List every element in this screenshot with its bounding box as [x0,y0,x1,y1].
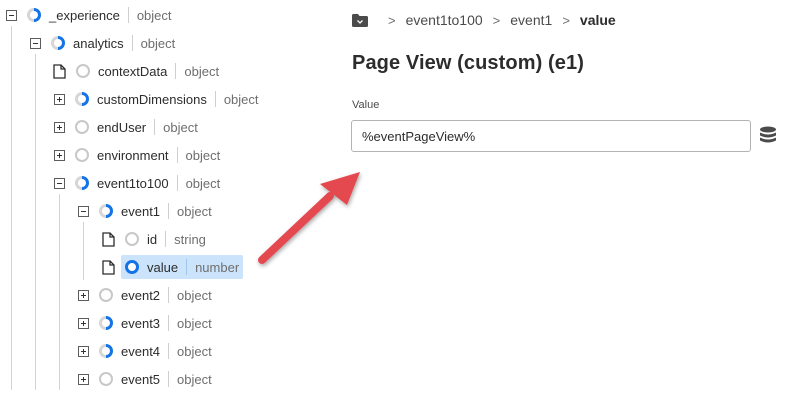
partial-mapping-icon [51,36,65,50]
node-name: event3 [121,315,161,331]
collapse-icon[interactable] [6,9,17,21]
chevron-right-icon: > [492,12,501,28]
collapse-icon[interactable] [30,37,41,49]
expand-icon[interactable] [78,317,89,329]
node-name: environment [97,147,169,163]
breadcrumb-item[interactable]: event1to100 [406,12,483,28]
document-icon [102,231,115,247]
tree-node-id[interactable]: id string [102,225,206,253]
tree-node-contextdata[interactable]: contextData object [53,57,219,85]
node-type: object [184,63,220,79]
document-icon [53,63,66,79]
node-type: object [177,203,212,219]
breadcrumb-item[interactable]: event1 [510,12,552,28]
node-type: string [174,231,206,247]
node-name: customDimensions [97,91,207,107]
tree-node-environment[interactable]: environment object [54,141,220,169]
node-name: contextData [98,63,168,79]
tree-node-enduser[interactable]: endUser object [54,113,198,141]
tree-node-event2[interactable]: event2 object [78,281,212,309]
value-field[interactable] [351,120,751,152]
node-type: object [223,91,259,107]
breadcrumb-current: value [579,12,616,28]
node-type: object [177,287,212,303]
mapped-icon [125,260,139,274]
collapse-icon[interactable] [78,205,89,217]
unmapped-icon [125,232,139,246]
tree-guide-line [11,26,12,390]
unmapped-icon [75,148,89,162]
tree-node-event4[interactable]: event4 object [78,337,212,365]
document-icon [102,259,115,275]
folder-icon[interactable] [352,13,368,27]
unmapped-icon [99,288,113,302]
node-name: event1 [121,203,161,219]
schema-tree: _experience object analytics object cont… [0,0,330,390]
selected-node-highlight[interactable]: value number [121,255,244,279]
partial-mapping-icon [27,8,41,22]
unmapped-icon [76,64,90,78]
expand-icon[interactable] [78,289,89,301]
node-type: object [177,371,212,387]
tree-node-event1[interactable]: event1 object [78,197,212,225]
expand-icon[interactable] [54,93,65,105]
partial-mapping-icon [75,176,89,190]
panel-title: Page View (custom) (e1) [352,52,584,74]
partial-mapping-icon [99,316,113,330]
node-type: object [185,147,221,163]
node-name: analytics [73,35,124,51]
node-type: number [195,259,240,275]
tree-guide-line [83,222,84,280]
expand-icon[interactable] [78,345,89,357]
node-name: endUser [97,119,147,135]
partial-mapping-icon [99,204,113,218]
node-name: value [147,259,179,275]
partial-mapping-icon [99,344,113,358]
tree-node-event1to100[interactable]: event1to100 object [54,169,220,197]
database-icon[interactable] [759,126,777,146]
unmapped-icon [99,372,113,386]
node-name: event4 [121,343,161,359]
node-type: object [140,35,176,51]
node-type: object [163,119,198,135]
collapse-icon[interactable] [54,177,65,189]
expand-icon[interactable] [54,121,65,133]
unmapped-icon [75,120,89,134]
tree-node-customdimensions[interactable]: customDimensions object [54,85,259,113]
node-name: event2 [121,287,161,303]
node-name: _experience [49,7,120,23]
tree-node-experience[interactable]: _experience object [6,1,172,29]
value-field-label: Value [352,99,380,111]
partial-mapping-icon [75,92,89,106]
node-name: event1to100 [97,175,169,191]
tree-guide-line [35,54,36,390]
node-type: object [177,343,212,359]
tree-node-value[interactable]: value number [102,253,244,281]
chevron-right-icon: > [562,12,570,28]
chevron-right-icon: > [388,12,396,28]
expand-icon[interactable] [54,149,65,161]
node-type: object [177,315,212,331]
tree-node-event5[interactable]: event5 object [78,365,212,393]
expand-icon[interactable] [78,373,89,385]
breadcrumb: > event1to100 > event1 > value [352,8,616,32]
tree-guide-line [59,194,60,390]
node-name: event5 [121,371,161,387]
tree-node-event3[interactable]: event3 object [78,309,212,337]
node-type: object [185,175,221,191]
node-name: id [147,231,158,247]
tree-node-analytics[interactable]: analytics object [30,29,175,57]
node-type: object [136,7,172,23]
